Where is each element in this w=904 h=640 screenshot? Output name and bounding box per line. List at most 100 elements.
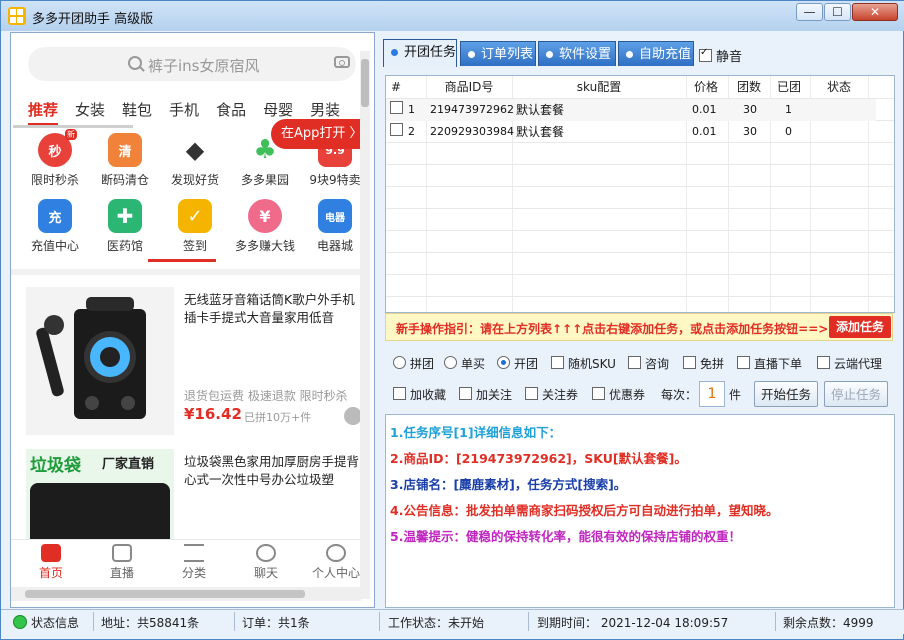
checkbox-icon xyxy=(393,387,406,400)
checkbox-icon xyxy=(737,356,750,369)
grid-item-discover[interactable]: ◆ 发现好货 xyxy=(159,133,231,193)
check-free-group[interactable]: 免拼 xyxy=(683,355,724,372)
checkbox-icon xyxy=(683,356,696,369)
check-follow-coupon[interactable]: 关注券 xyxy=(525,386,578,403)
row-divider xyxy=(386,186,894,187)
checkbox-icon xyxy=(459,387,472,400)
category-tab[interactable]: 食品 xyxy=(216,99,246,120)
radio-group-buy[interactable]: 拼团 xyxy=(393,355,434,372)
category-tab[interactable]: 母婴 xyxy=(263,99,293,120)
check-cloud-proxy[interactable]: 云端代理 xyxy=(817,355,882,372)
tab-order-list[interactable]: 订单列表 xyxy=(460,41,536,66)
cell-price: 0.01 xyxy=(692,125,717,138)
stop-task-button[interactable]: 停止任务 xyxy=(824,381,888,407)
window-title: 多多开团助手 高级版 xyxy=(32,12,154,27)
check-consult[interactable]: 咨询 xyxy=(628,355,669,372)
horizontal-scrollbar[interactable] xyxy=(11,587,361,601)
open-in-app-button[interactable]: 在App打开 〉 xyxy=(271,119,363,149)
grid-item-clearance[interactable]: 清 断码清仓 xyxy=(89,133,161,193)
check-coupon[interactable]: 优惠券 xyxy=(592,386,645,403)
product-image-trashbag: 垃圾袋 厂家直销 xyxy=(26,449,174,539)
cell-index: 2 xyxy=(408,125,415,138)
new-badge: 新 xyxy=(65,129,77,140)
radio-label: 单买 xyxy=(461,357,486,371)
grid-item-flash-sale[interactable]: 秒 新 限时秒杀 xyxy=(19,129,91,193)
add-task-button[interactable]: 添加任务 xyxy=(829,316,891,338)
row-checkbox[interactable] xyxy=(390,121,407,143)
list-icon xyxy=(184,544,204,562)
cell-sku: 默认套餐 xyxy=(516,125,565,139)
vertical-scrollbar[interactable] xyxy=(360,51,370,599)
col-header-price: 价格 xyxy=(693,80,718,94)
category-tab[interactable]: 女装 xyxy=(75,99,105,120)
mute-checkbox[interactable]: 静音 xyxy=(699,46,742,65)
grid-item-earn[interactable]: ¥ 多多赚大钱 xyxy=(229,199,301,259)
table-row[interactable]: 1 219473972962 默认套餐 0.01 30 1 xyxy=(386,99,876,121)
image-subtitle: 厂家直销 xyxy=(102,457,155,472)
scrollbar-thumb[interactable] xyxy=(25,590,305,598)
status-divider xyxy=(379,612,380,631)
category-scroll-indicator xyxy=(13,125,133,128)
category-tab[interactable]: 手机 xyxy=(169,99,199,120)
category-tab-recommend[interactable]: 推荐 xyxy=(28,99,58,120)
row-divider xyxy=(386,208,894,209)
grid-page-indicator xyxy=(148,259,216,262)
col-header-status: 状态 xyxy=(826,80,851,94)
col-header-index: # xyxy=(390,80,402,94)
info-line: 3.店铺名：[麋鹿素材]，任务方式[搜索]。 xyxy=(390,477,627,492)
check-add-favorite[interactable]: 加收藏 xyxy=(393,386,446,403)
search-icon xyxy=(128,56,142,70)
camera-icon[interactable] xyxy=(334,56,350,68)
grid-item-pharmacy[interactable]: ✚ 医药馆 xyxy=(89,199,161,259)
quantity-input[interactable]: 1 xyxy=(699,381,725,407)
check-random-sku[interactable]: 随机SKU xyxy=(551,355,616,372)
recharge-icon: 充 xyxy=(38,199,72,233)
tab-group-tasks[interactable]: 开团任务 xyxy=(383,39,457,67)
checkbox-icon xyxy=(390,101,403,114)
cell-price: 0.01 xyxy=(692,103,717,116)
tab-software-settings[interactable]: 软件设置 xyxy=(538,41,616,66)
radio-single-buy[interactable]: 单买 xyxy=(444,355,485,372)
status-state-label: 状态信息 xyxy=(31,616,80,630)
status-divider xyxy=(528,612,529,631)
grid-item-recharge[interactable]: 充 充值中心 xyxy=(19,199,91,259)
row-divider xyxy=(386,274,894,275)
category-tab[interactable]: 鞋包 xyxy=(122,99,152,120)
tab-category[interactable]: 分类 xyxy=(159,544,229,581)
grid-item-label: 签到 xyxy=(182,239,207,253)
row-divider xyxy=(386,252,894,253)
start-task-button[interactable]: 开始任务 xyxy=(754,381,818,407)
row-checkbox[interactable] xyxy=(390,99,407,121)
maximize-button[interactable]: ☐ xyxy=(824,3,851,21)
status-divider xyxy=(234,612,235,631)
minimize-button[interactable]: — xyxy=(796,3,823,21)
close-button[interactable]: ✕ xyxy=(852,3,898,21)
category-tabs: 推荐 女装 鞋包 手机 食品 母婴 男装 xyxy=(28,99,374,121)
unit-label: 件 xyxy=(729,388,742,402)
tab-live[interactable]: 直播 xyxy=(87,544,157,581)
grid-item-label: 发现好货 xyxy=(170,173,219,187)
scrollbar-thumb[interactable] xyxy=(361,59,369,107)
appliance-icon: 电器 xyxy=(318,199,352,233)
tab-home[interactable]: 首页 xyxy=(16,544,86,581)
table-row[interactable]: 2 220929303984 默认套餐 0.01 30 0 xyxy=(386,121,876,143)
grid-item-label: 多多果园 xyxy=(240,173,289,187)
task-info-log: 1.任务序号[1]详细信息如下： 2.商品ID：[219473972962]，S… xyxy=(385,414,895,608)
tab-chat[interactable]: 聊天 xyxy=(231,544,301,581)
col-header-sku: sku配置 xyxy=(576,80,622,94)
mute-label: 静音 xyxy=(716,50,743,65)
checkbox-icon xyxy=(817,356,830,369)
checkbox-label: 优惠券 xyxy=(609,388,646,402)
grid-item-label: 限时秒杀 xyxy=(30,173,79,187)
check-add-follow[interactable]: 加关注 xyxy=(459,386,512,403)
grid-item-checkin[interactable]: ✓ 签到 xyxy=(159,199,231,259)
category-tab[interactable]: 男装 xyxy=(310,99,340,120)
title-bar: 多多开团助手 高级版 — ☐ ✕ xyxy=(1,1,904,31)
tab-self-recharge[interactable]: 自助充值 xyxy=(618,41,694,66)
check-live-order[interactable]: 直播下单 xyxy=(737,355,802,372)
info-line: 1.任务序号[1]详细信息如下： xyxy=(390,425,562,440)
radio-open-group[interactable]: 开团 xyxy=(497,355,538,372)
cell-product-id: 219473972962 xyxy=(430,103,514,116)
search-bar[interactable]: 裤子ins女原宿风 xyxy=(28,47,356,81)
checkbox-label: 直播下单 xyxy=(754,357,803,371)
